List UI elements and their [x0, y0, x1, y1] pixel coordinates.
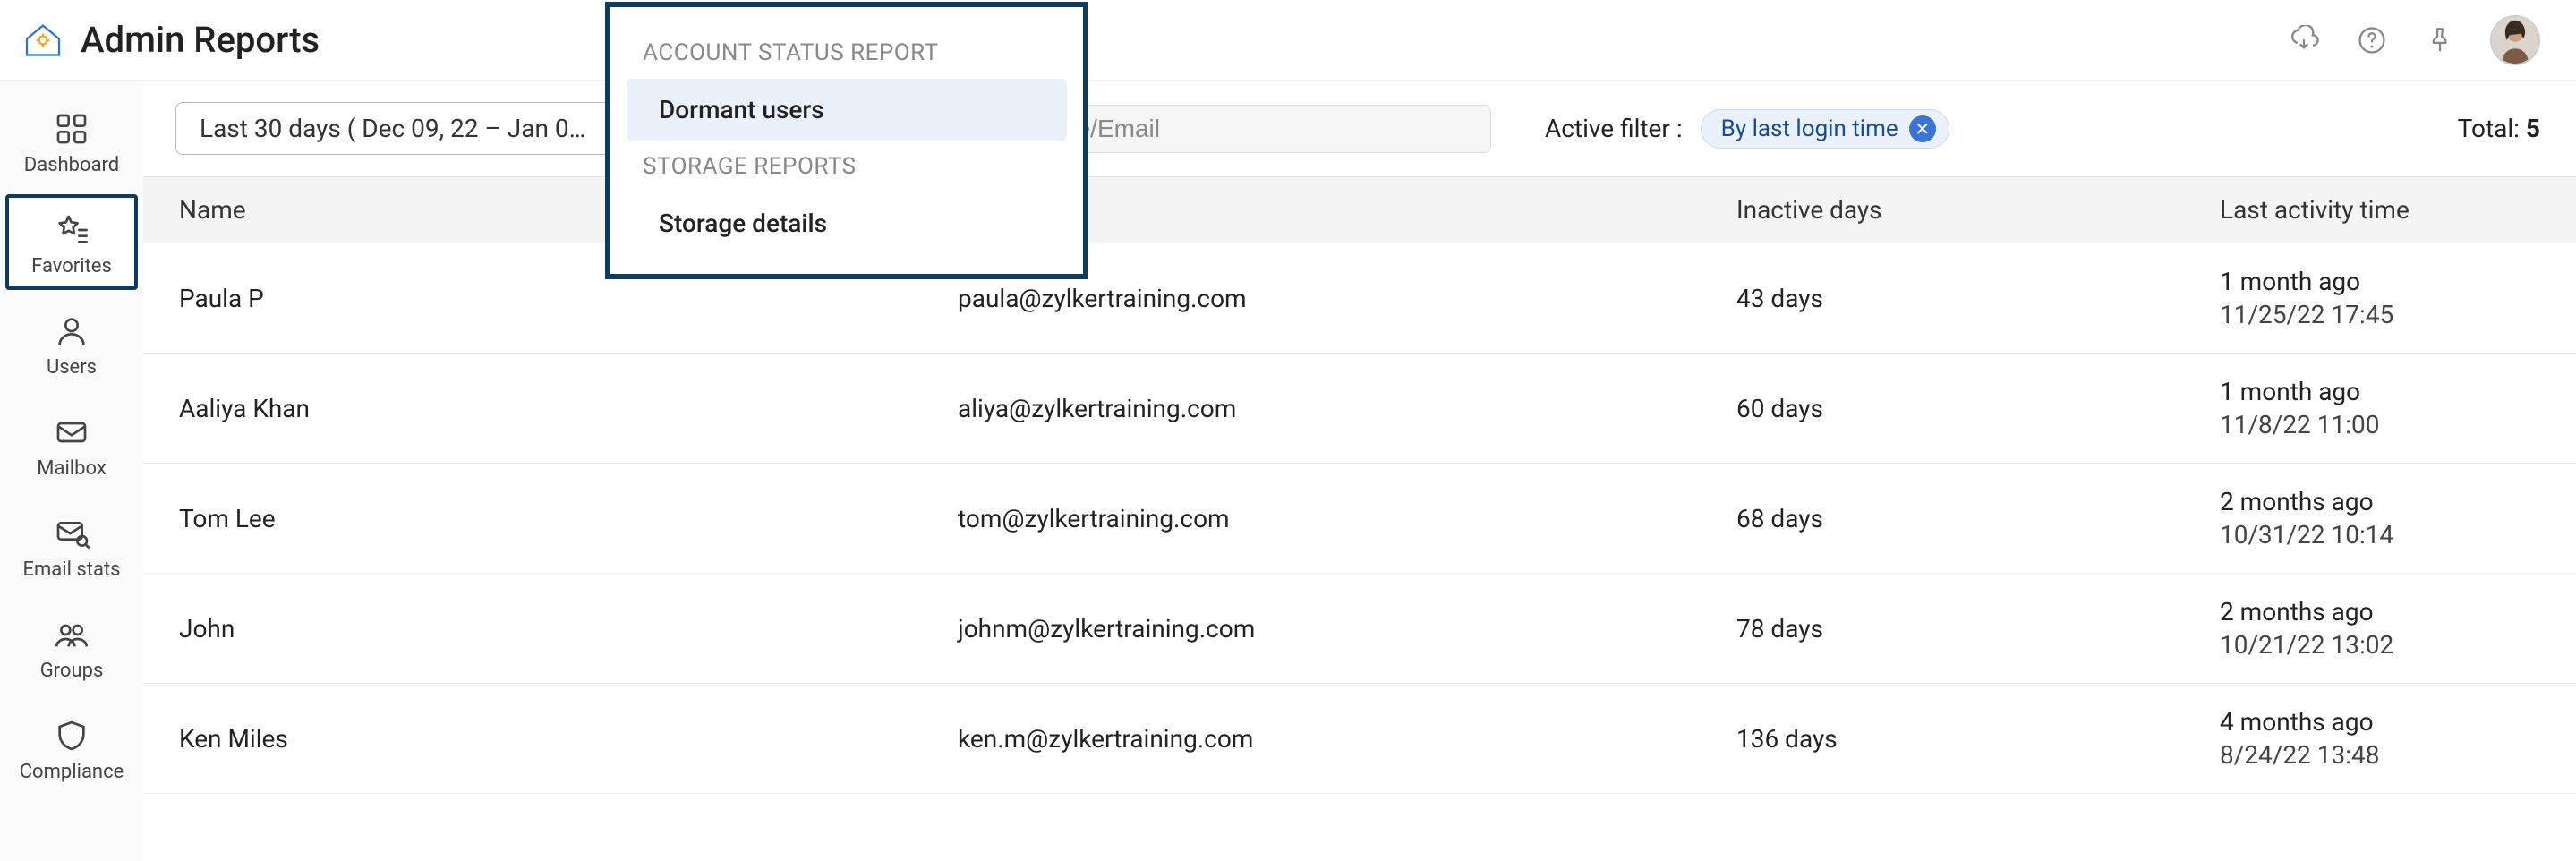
- cell-inactive: 136 days: [1736, 724, 2220, 754]
- table-row[interactable]: Tom Lee tom@zylkertraining.com 68 days 2…: [143, 464, 2576, 574]
- cell-email: paula@zylkertraining.com: [958, 284, 1736, 313]
- sidebar-item-mailbox[interactable]: Mailbox: [5, 396, 138, 492]
- cell-inactive: 78 days: [1736, 614, 2220, 644]
- activity-absolute: 10/21/22 13:02: [2220, 630, 2540, 660]
- activity-relative: 2 months ago: [2220, 597, 2540, 627]
- cell-name: Ken Miles: [179, 724, 958, 754]
- cell-name: Aaliya Khan: [179, 394, 958, 423]
- cell-inactive: 43 days: [1736, 284, 2220, 313]
- sidebar-label: Email stats: [23, 558, 121, 581]
- sidebar-label: Favorites: [31, 255, 112, 277]
- activity-relative: 2 months ago: [2220, 487, 2540, 516]
- table-row[interactable]: Ken Miles ken.m@zylkertraining.com 136 d…: [143, 684, 2576, 794]
- table-row[interactable]: John johnm@zylkertraining.com 78 days 2 …: [143, 574, 2576, 684]
- activity-absolute: 8/24/22 13:48: [2220, 740, 2540, 770]
- sidebar-item-groups[interactable]: Groups: [5, 599, 138, 695]
- sidebar-item-favorites[interactable]: Favorites: [5, 194, 138, 290]
- sidebar-item-compliance[interactable]: Compliance: [5, 700, 138, 796]
- cell-activity: 4 months ago 8/24/22 13:48: [2220, 707, 2540, 770]
- dropdown-group-header: STORAGE REPORTS: [610, 144, 1083, 189]
- sidebar-label: Dashboard: [24, 154, 119, 176]
- activity-absolute: 11/8/22 11:00: [2220, 410, 2540, 439]
- sidebar-item-users[interactable]: Users: [5, 295, 138, 391]
- date-range-selector[interactable]: Last 30 days ( Dec 09, 22 – Jan 07, 23 ): [175, 102, 623, 155]
- sidebar-item-email-stats[interactable]: Email stats: [5, 498, 138, 593]
- activity-absolute: 11/25/22 17:45: [2220, 300, 2540, 329]
- cell-inactive: 68 days: [1736, 504, 2220, 533]
- cell-email: johnm@zylkertraining.com: [958, 614, 1736, 644]
- cell-inactive: 60 days: [1736, 394, 2220, 423]
- activity-absolute: 10/31/22 10:14: [2220, 520, 2540, 550]
- dropdown-item-storage-details[interactable]: Storage details: [627, 192, 1067, 254]
- brand-title: Admin Reports: [81, 19, 320, 61]
- table-row[interactable]: Paula P paula@zylkertraining.com 43 days…: [143, 243, 2576, 354]
- app-logo-icon: [18, 15, 68, 65]
- groups-icon: [52, 615, 91, 654]
- filter-chip-label: By last login time: [1721, 115, 1898, 142]
- sidebar: Dashboard Favorites Users Mailbox: [0, 81, 143, 861]
- cell-activity: 1 month ago 11/25/22 17:45: [2220, 267, 2540, 329]
- sidebar-label: Groups: [40, 660, 104, 682]
- activity-relative: 4 months ago: [2220, 707, 2540, 737]
- download-icon[interactable]: [2286, 22, 2322, 58]
- cell-email: aliya@zylkertraining.com: [958, 394, 1736, 423]
- total-count: Total: 5: [2458, 114, 2540, 143]
- favorites-icon: [52, 210, 91, 250]
- active-filter-label: Active filter :: [1545, 114, 1683, 143]
- sidebar-label: Compliance: [20, 761, 124, 783]
- filter-chip[interactable]: By last login time ✕: [1701, 109, 1949, 149]
- table-header: Name Email Inactive days Last activity t…: [143, 176, 2576, 243]
- activity-relative: 1 month ago: [2220, 377, 2540, 406]
- cell-email: ken.m@zylkertraining.com: [958, 724, 1736, 754]
- cell-name: John: [179, 614, 958, 644]
- pin-icon[interactable]: [2422, 22, 2458, 58]
- cell-activity: 2 months ago 10/21/22 13:02: [2220, 597, 2540, 660]
- sidebar-item-dashboard[interactable]: Dashboard: [5, 93, 138, 189]
- dropdown-group-header: ACCOUNT STATUS REPORT: [610, 30, 1083, 75]
- total-label: Total:: [2458, 114, 2520, 143]
- cell-name: Tom Lee: [179, 504, 958, 533]
- activity-relative: 1 month ago: [2220, 267, 2540, 296]
- sidebar-label: Mailbox: [37, 457, 106, 480]
- email-stats-icon: [52, 514, 91, 553]
- users-table: Name Email Inactive days Last activity t…: [143, 176, 2576, 861]
- table-row[interactable]: Aaliya Khan aliya@zylkertraining.com 60 …: [143, 354, 2576, 464]
- help-icon[interactable]: [2354, 22, 2390, 58]
- cell-email: tom@zylkertraining.com: [958, 504, 1736, 533]
- report-dropdown: ACCOUNT STATUS REPORT Dormant users STOR…: [605, 2, 1088, 279]
- dropdown-item-dormant-users[interactable]: Dormant users: [627, 79, 1067, 141]
- cell-name: Paula P: [179, 284, 958, 313]
- user-avatar[interactable]: [2490, 15, 2540, 65]
- sidebar-label: Users: [47, 356, 97, 379]
- filter-chip-remove-icon[interactable]: ✕: [1909, 115, 1936, 142]
- users-icon: [52, 311, 91, 351]
- brand: Admin Reports: [18, 15, 573, 65]
- mailbox-icon: [52, 413, 91, 452]
- compliance-icon: [52, 716, 91, 755]
- cell-activity: 1 month ago 11/8/22 11:00: [2220, 377, 2540, 439]
- col-header-inactive[interactable]: Inactive days: [1736, 195, 2220, 225]
- dashboard-icon: [52, 109, 91, 149]
- total-value: 5: [2526, 114, 2540, 143]
- col-header-activity[interactable]: Last activity time: [2220, 195, 2540, 225]
- cell-activity: 2 months ago 10/31/22 10:14: [2220, 487, 2540, 550]
